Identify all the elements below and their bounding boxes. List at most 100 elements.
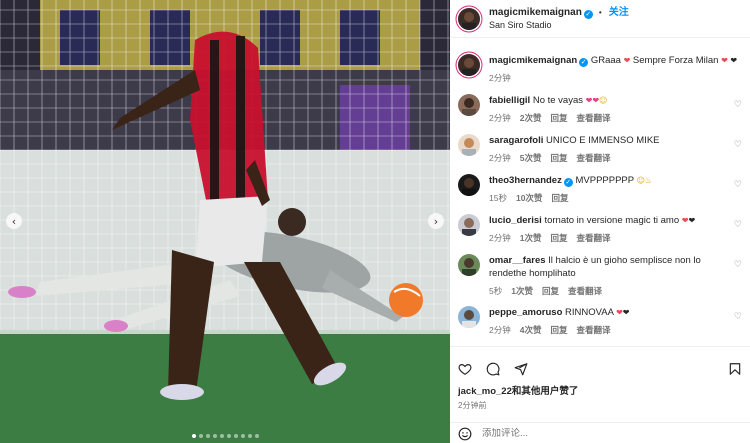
like-comment-heart-icon[interactable]: ♡ [734, 140, 742, 150]
emoji-smiley-icon[interactable] [458, 427, 472, 441]
comment-text: tornato in versione magic ti amo [544, 215, 680, 226]
reply-button[interactable]: 回复 [550, 112, 567, 125]
slide-dot [198, 434, 203, 438]
caption-username[interactable]: magicmikemaignan [489, 55, 577, 66]
red-heart-emoji-icon: ❤ [616, 308, 623, 317]
comment-likes-count[interactable]: 5次赞 [520, 152, 542, 165]
post-photo: ‹ › [0, 0, 450, 443]
crying-face-emoji-icon: ☺ [599, 96, 608, 105]
post-actions: jack_mo_22和其他用户赞了 2分钟前 [450, 346, 750, 443]
comment-time: 2分钟 [489, 325, 511, 335]
liked-by-suffix[interactable]: 和其他用户赞了 [512, 386, 579, 397]
black-heart-emoji-icon: ❤ [622, 308, 630, 317]
liked-by-username[interactable]: jack_mo_22 [458, 386, 512, 397]
comment-bubble-icon[interactable] [486, 362, 500, 376]
chevron-right-icon: › [433, 214, 439, 228]
slide-dot [219, 434, 224, 438]
follow-button[interactable]: 关注 [609, 7, 629, 18]
comments-list[interactable]: magicmikemaignan ✓ GRaaa ❤ Sempre Forza M… [450, 38, 750, 346]
slide-indicator [0, 434, 450, 438]
verified-badge-icon: ✓ [583, 9, 593, 19]
bookmark-icon[interactable] [728, 362, 742, 376]
stadium-scene [0, 0, 450, 443]
liked-by-text[interactable]: jack_mo_22和其他用户赞了 [458, 383, 750, 397]
avatar[interactable] [458, 174, 480, 196]
see-translation-button[interactable]: 查看翻译 [576, 152, 610, 165]
slide-dot [212, 434, 217, 438]
avatar[interactable] [458, 134, 480, 156]
comment-likes-count[interactable]: 2次赞 [520, 112, 542, 125]
avatar[interactable] [458, 254, 480, 276]
slide-dot [226, 434, 231, 438]
share-send-icon[interactable] [514, 362, 528, 376]
comment-username[interactable]: lucio_derisi [489, 215, 542, 226]
like-heart-icon[interactable] [458, 362, 472, 376]
comment-username[interactable]: fabielligil [489, 95, 530, 106]
rose-emoji-icon: ❤ [623, 56, 631, 65]
verified-badge-icon: ✓ [563, 178, 573, 187]
avatar[interactable] [458, 54, 480, 76]
caption-text-2: Sempre Forza Milan [632, 55, 719, 66]
comment-time: 2分钟 [489, 233, 511, 243]
like-comment-heart-icon[interactable]: ♡ [734, 260, 742, 270]
comment-likes-count[interactable]: 1次赞 [511, 285, 533, 298]
comment-text: No te vayas [532, 95, 583, 106]
post-header: magicmikemaignan ✓ • 关注 San Siro Stadio [450, 0, 750, 38]
reply-button[interactable]: 回复 [542, 285, 559, 298]
see-translation-button[interactable]: 查看翻译 [576, 112, 610, 125]
see-translation-button[interactable]: 查看翻译 [568, 285, 602, 298]
reply-button[interactable]: 回复 [551, 192, 568, 205]
comment-likes-count[interactable]: 1次赞 [520, 232, 542, 245]
see-translation-button[interactable]: 查看翻译 [576, 324, 610, 337]
comment-time: 5秒 [489, 286, 503, 296]
reply-button[interactable]: 回复 [550, 232, 567, 245]
comment-username[interactable]: theo3hernandez [489, 175, 562, 186]
comment-likes-count[interactable]: 10次赞 [516, 192, 542, 205]
previous-slide-button[interactable]: ‹ [6, 213, 22, 229]
black-heart-emoji-icon: ❤ [730, 56, 738, 65]
add-comment-bar [450, 422, 750, 443]
avatar[interactable] [458, 94, 480, 116]
location-link[interactable]: San Siro Stadio [489, 19, 629, 32]
caption: magicmikemaignan ✓ GRaaa ❤ Sempre Forza M… [458, 54, 748, 85]
post-author-username[interactable]: magicmikemaignan [489, 7, 582, 18]
avatar[interactable] [458, 306, 480, 328]
see-translation-button[interactable]: 查看翻译 [576, 232, 610, 245]
comment-likes-count[interactable]: 4次赞 [520, 324, 542, 337]
comment-time: 15秒 [489, 193, 507, 203]
caption-text: GRaaa [590, 55, 621, 66]
comment-time: 2分钟 [489, 153, 511, 163]
separator-dot: • [598, 7, 602, 17]
reply-button[interactable]: 回复 [550, 152, 567, 165]
like-comment-heart-icon[interactable]: ♡ [734, 180, 742, 190]
black-heart-emoji-icon: ❤ [688, 216, 696, 225]
post-time: 2分钟前 [458, 401, 487, 410]
avatar[interactable] [458, 214, 480, 236]
add-comment-input[interactable] [482, 428, 682, 439]
screaming-face-emoji-icon: ☺ [636, 176, 645, 185]
reply-button[interactable]: 回复 [550, 324, 567, 337]
chevron-left-icon: ‹ [11, 214, 17, 228]
like-comment-heart-icon[interactable]: ♡ [734, 100, 742, 110]
slide-dot [233, 434, 238, 438]
comment-username[interactable]: peppe_amoruso [489, 307, 562, 318]
like-comment-heart-icon[interactable]: ♡ [734, 220, 742, 230]
comment-item: peppe_amoruso RINNOVAA ❤❤ 2分钟 4次赞 回复 查看翻… [458, 306, 748, 337]
comment-item: omar__fares Il halcio è un gioho semplis… [458, 254, 748, 298]
comment-text: MVPPPPPPP [575, 175, 634, 186]
comment-time: 2分钟 [489, 113, 511, 123]
comment-text: RINNOVAA [565, 307, 614, 318]
comment-username[interactable]: omar__fares [489, 255, 546, 266]
slide-dot [240, 434, 245, 438]
verified-badge-icon: ✓ [579, 58, 589, 67]
comment-item: lucio_derisi tornato in versione magic t… [458, 214, 748, 245]
fire-emoji-icon: ♨ [644, 176, 653, 185]
like-comment-heart-icon[interactable]: ♡ [734, 312, 742, 322]
avatar[interactable] [458, 7, 480, 30]
comment-item: fabielligil No te vayas ❤❤☺ 2分钟 2次赞 回复 查… [458, 94, 748, 125]
post-side-panel: magicmikemaignan ✓ • 关注 San Siro Stadio m… [450, 0, 750, 443]
comment-item: saragarofoli UNICO E IMMENSO MIKE 2分钟 5次… [458, 134, 748, 165]
next-slide-button[interactable]: › [428, 213, 444, 229]
comment-text: UNICO E IMMENSO MIKE [546, 135, 660, 146]
comment-username[interactable]: saragarofoli [489, 135, 543, 146]
